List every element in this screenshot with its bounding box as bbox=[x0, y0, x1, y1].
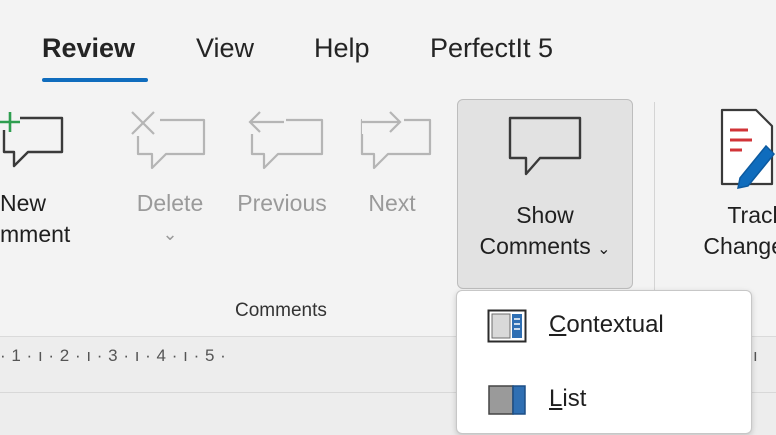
tab-review[interactable]: Review bbox=[42, 33, 135, 64]
ruler-tick: ı bbox=[753, 346, 758, 365]
previous-comment-icon bbox=[246, 110, 324, 170]
track-changes-button[interactable]: Track Change bbox=[674, 200, 776, 262]
comments-group-label: Comments bbox=[235, 300, 327, 321]
track-changes-icon bbox=[712, 106, 776, 197]
ribbon-tab-bar: Review View Help PerfectIt 5 bbox=[0, 0, 776, 96]
menu-item-contextual-label: Contextual bbox=[549, 311, 664, 338]
menu-item-list[interactable]: List bbox=[457, 371, 751, 429]
new-comment-button[interactable] bbox=[0, 110, 110, 176]
active-tab-indicator bbox=[42, 78, 148, 82]
show-comments-chevron-icon: ⌄ bbox=[597, 241, 611, 258]
tab-view[interactable]: View bbox=[196, 33, 254, 64]
previous-comment-button[interactable] bbox=[226, 110, 338, 176]
horizontal-ruler[interactable]: · 1 · ı · 2 · ı · 3 · ı · 4 · ı · 5 · bbox=[0, 346, 460, 380]
menu-item-list-label: List bbox=[549, 385, 587, 412]
tab-perfectit[interactable]: PerfectIt 5 bbox=[430, 33, 553, 64]
delete-chevron-icon: ⌄ bbox=[162, 224, 178, 244]
show-comments-icon bbox=[504, 112, 586, 187]
menu-item-contextual[interactable]: Contextual bbox=[457, 297, 751, 355]
show-comments-label: Show Comments ⌄ bbox=[479, 202, 611, 259]
new-comment-icon bbox=[0, 110, 64, 168]
delete-comment-icon bbox=[128, 110, 206, 170]
next-comment-button[interactable] bbox=[344, 110, 440, 176]
new-comment-label: New mment bbox=[0, 190, 71, 247]
previous-label: Previous bbox=[237, 190, 327, 216]
group-separator bbox=[654, 102, 655, 290]
list-view-icon bbox=[488, 385, 526, 415]
contextual-view-icon bbox=[487, 309, 527, 343]
show-comments-menu: Contextual List bbox=[456, 290, 752, 434]
next-comment-icon bbox=[360, 110, 432, 170]
tab-help[interactable]: Help bbox=[314, 33, 370, 64]
delete-label: Delete ⌄ bbox=[122, 188, 218, 250]
next-label: Next bbox=[368, 190, 416, 216]
delete-comment-button[interactable] bbox=[122, 110, 218, 176]
